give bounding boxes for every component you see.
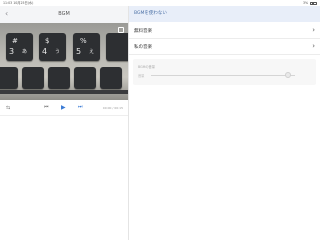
video-preview[interactable]: # 3 あ $ 4 う % 5 え xyxy=(0,23,128,100)
chevron-right-icon: › xyxy=(312,42,315,50)
bgm-volume-slider-track[interactable] xyxy=(151,75,295,76)
bgm-volume-card: BGMの音量 音量 xyxy=(133,59,316,85)
keyboard-key-lower-2 xyxy=(22,67,44,89)
bgm-volume-label: 音量 xyxy=(138,74,145,78)
bgm-volume-slider-thumb[interactable] xyxy=(284,72,291,78)
keyboard-key-lower-4 xyxy=(74,67,96,89)
status-time: 11:03 xyxy=(3,1,13,5)
battery-icon xyxy=(310,1,317,5)
keyboard-key-lower-1 xyxy=(0,67,18,89)
keyboard-key-lower-3 xyxy=(48,67,70,89)
free-music-label: 無料音楽 xyxy=(134,29,152,34)
my-music-label: 私の音楽 xyxy=(134,45,152,50)
video-dark-strip xyxy=(0,90,128,94)
keyboard-key-lower-5 xyxy=(100,67,122,89)
loop-icon[interactable]: ⇆ xyxy=(6,105,10,111)
bgm-preview-pane: ‹ BGM # 3 あ $ 4 う % 5 え ⇆ ⏮ ▶ ⏭ 00:00 / … xyxy=(0,6,128,240)
keyboard-key-4: $ 4 う xyxy=(39,33,66,61)
page-title: BGM xyxy=(58,11,70,17)
playback-time: 00:00 / 00:15 xyxy=(102,106,123,110)
previous-icon[interactable]: ⏮ xyxy=(44,104,49,110)
chevron-right-icon: › xyxy=(312,26,315,34)
keyboard-key-5: % 5 え xyxy=(73,33,100,61)
free-music-item[interactable]: 無料音楽 › xyxy=(129,23,320,39)
next-icon[interactable]: ⏭ xyxy=(78,104,83,110)
no-bgm-option[interactable]: BGMを使わない xyxy=(129,6,320,22)
keyboard-key-6 xyxy=(106,33,128,61)
status-date: 10月25日(水) xyxy=(13,1,34,5)
playback-controls: ⇆ ⏮ ▶ ⏭ 00:00 / 00:15 xyxy=(0,100,128,116)
keyboard-key-3: # 3 あ xyxy=(6,33,33,61)
fullscreen-icon[interactable] xyxy=(118,27,124,33)
bgm-options-pane: BGMを使わない 無料音楽 › 私の音楽 › BGMの音量 音量 xyxy=(129,6,320,240)
play-icon[interactable]: ▶ xyxy=(61,104,66,111)
left-header: ‹ BGM xyxy=(0,6,128,23)
my-music-item[interactable]: 私の音楽 › xyxy=(129,39,320,55)
bgm-volume-title: BGMの音量 xyxy=(138,65,155,69)
